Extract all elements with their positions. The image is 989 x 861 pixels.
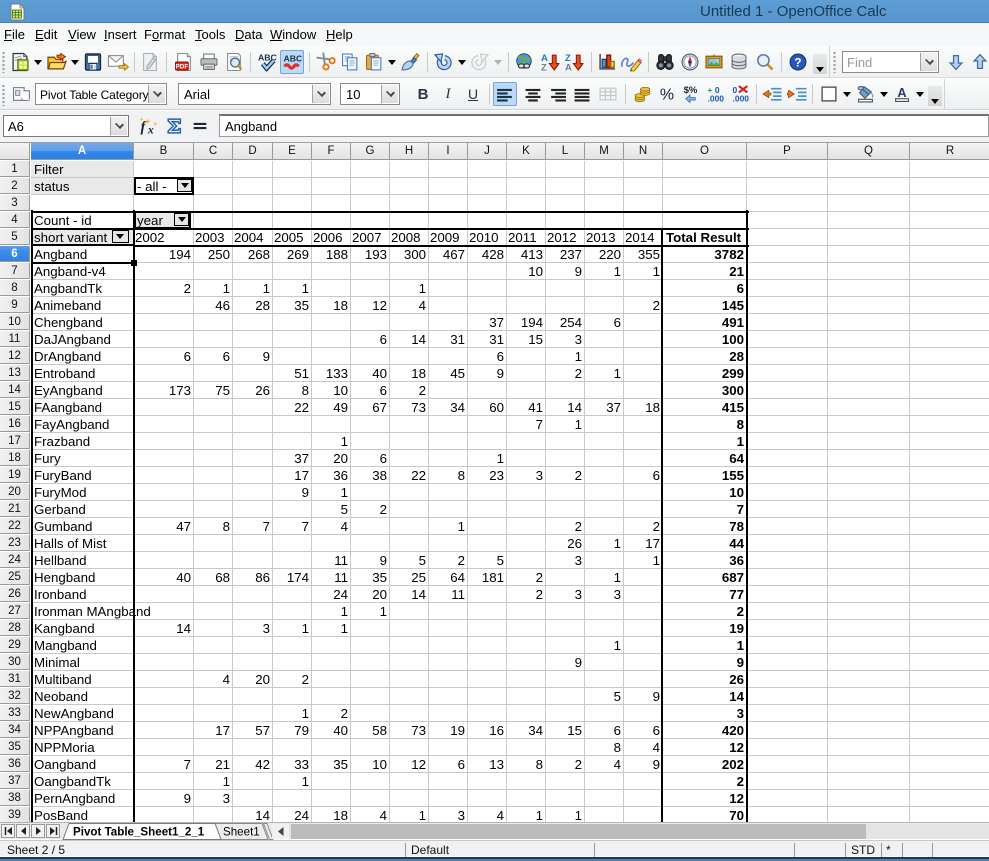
svg-text:x: x	[147, 123, 154, 136]
svg-text:A: A	[897, 85, 906, 100]
svg-text:?: ?	[794, 56, 801, 69]
svg-text:f: f	[141, 119, 148, 135]
svg-text:Pivot Table_Sheet1_2_1: Pivot Table_Sheet1_2_1	[73, 826, 205, 839]
svg-text:Sheet1: Sheet1	[223, 826, 260, 839]
svg-text:A: A	[565, 62, 572, 71]
svg-text:%: %	[660, 86, 674, 103]
svg-text:.000: .000	[733, 93, 750, 103]
svg-text:PDF: PDF	[176, 63, 189, 70]
svg-text:$%: $%	[684, 85, 698, 96]
svg-text:ABC: ABC	[284, 53, 302, 63]
svg-text:Z: Z	[541, 62, 547, 71]
svg-text:.000: .000	[708, 93, 725, 103]
